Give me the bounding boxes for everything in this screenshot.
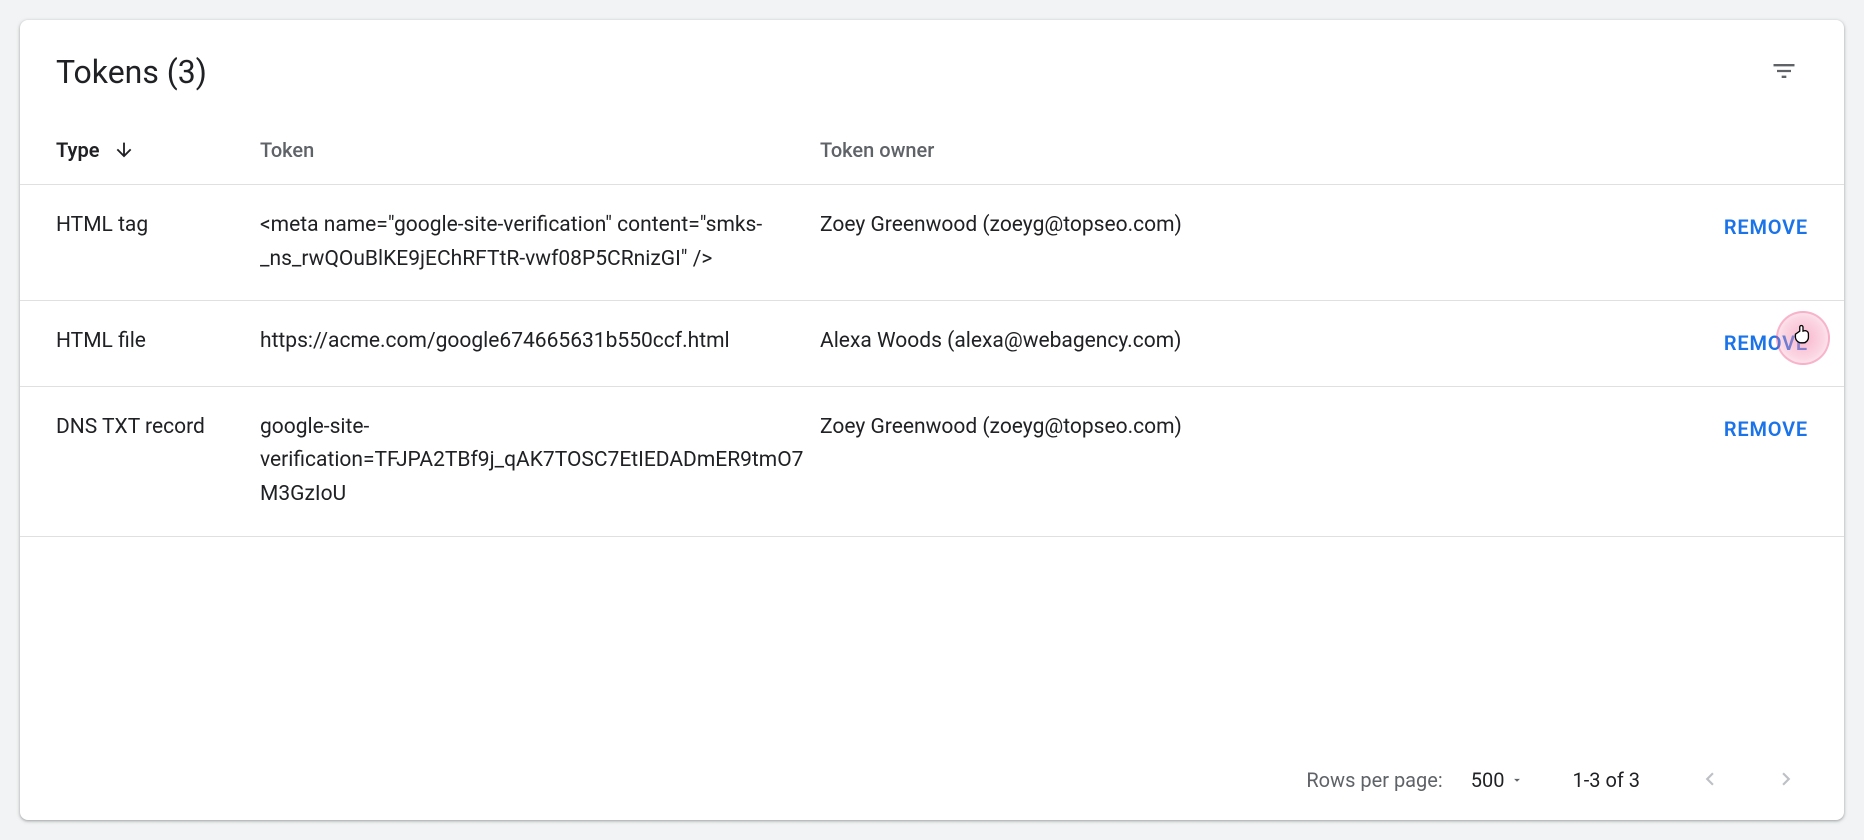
cell-token: <meta name="google-site-verification" co… — [260, 185, 820, 301]
remove-button[interactable]: REMOVE — [1724, 411, 1808, 447]
tokens-table: Type Token Token owner HTML tag <meta na… — [20, 116, 1844, 537]
chevron-right-icon — [1773, 766, 1799, 795]
page-nav — [1688, 758, 1808, 802]
column-header-type-label: Type — [56, 138, 99, 162]
column-header-owner[interactable]: Token owner — [820, 116, 1684, 185]
rows-per-page-select[interactable]: 500 — [1471, 768, 1525, 792]
table-row: DNS TXT record google-site-verification=… — [20, 386, 1844, 536]
column-header-type[interactable]: Type — [20, 116, 260, 185]
remove-button[interactable]: REMOVE — [1724, 325, 1808, 361]
rows-per-page: Rows per page: 500 — [1306, 768, 1524, 792]
rows-per-page-value: 500 — [1471, 768, 1505, 792]
chevron-left-icon — [1697, 766, 1723, 795]
cell-type: HTML file — [20, 301, 260, 387]
cell-owner: Alexa Woods (alexa@webagency.com) — [820, 301, 1684, 387]
table-row: HTML file https://acme.com/google6746656… — [20, 301, 1844, 387]
card-header: Tokens (3) — [20, 20, 1844, 116]
table-row: HTML tag <meta name="google-site-verific… — [20, 185, 1844, 301]
column-header-action — [1684, 116, 1844, 185]
next-page-button[interactable] — [1764, 758, 1808, 802]
cell-action: REMOVE — [1684, 185, 1844, 301]
rows-per-page-label: Rows per page: — [1306, 768, 1442, 792]
cell-action: REMOVE — [1684, 386, 1844, 536]
cell-type: HTML tag — [20, 185, 260, 301]
remove-button[interactable]: REMOVE — [1724, 209, 1808, 245]
filter-icon — [1770, 57, 1798, 88]
cell-type: DNS TXT record — [20, 386, 260, 536]
cell-token: https://acme.com/google674665631b550ccf.… — [260, 301, 820, 387]
filter-button[interactable] — [1760, 48, 1808, 96]
cell-token: google-site-verification=TFJPA2TBf9j_qAK… — [260, 386, 820, 536]
tokens-card: Tokens (3) Type Toke — [20, 20, 1844, 820]
cell-action: REMOVE — [1684, 301, 1844, 387]
table-header-row: Type Token Token owner — [20, 116, 1844, 185]
page-title: Tokens (3) — [56, 53, 207, 91]
page-range: 1-3 of 3 — [1572, 768, 1640, 792]
prev-page-button[interactable] — [1688, 758, 1732, 802]
dropdown-icon — [1510, 768, 1524, 792]
cell-owner: Zoey Greenwood (zoeyg@topseo.com) — [820, 185, 1684, 301]
cell-owner: Zoey Greenwood (zoeyg@topseo.com) — [820, 386, 1684, 536]
table-container: Type Token Token owner HTML tag <meta na… — [20, 116, 1844, 740]
sort-descending-icon — [113, 139, 135, 161]
pagination: Rows per page: 500 1-3 of 3 — [20, 740, 1844, 820]
column-header-token[interactable]: Token — [260, 116, 820, 185]
